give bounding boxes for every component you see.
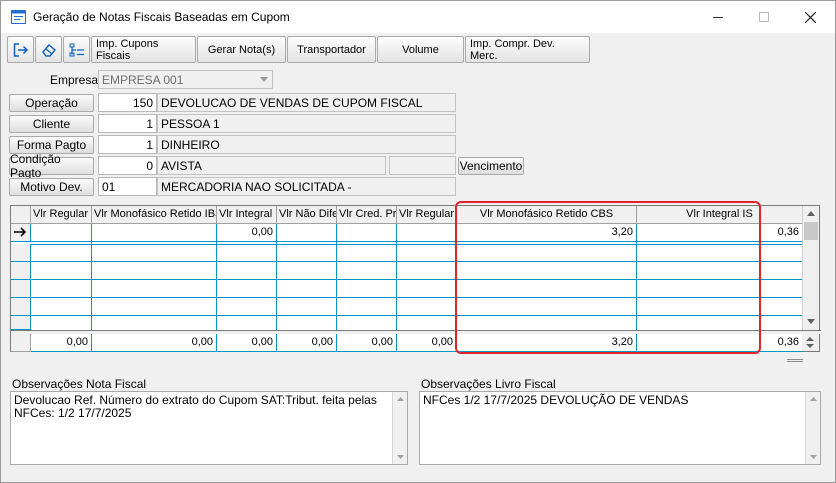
transportador-button[interactable]: Transportador [287, 36, 376, 63]
obs-livro-textarea[interactable]: NFCes 1/2 17/7/2025 DEVOLUÇÃO DE VENDAS [419, 391, 821, 465]
total-cell: 0,00 [277, 334, 337, 352]
scroll-up-icon[interactable] [397, 397, 404, 401]
col-header[interactable]: Vlr Regular [397, 206, 457, 224]
vencimento-field[interactable] [389, 156, 456, 175]
forma-pagto-code[interactable]: 1 [98, 135, 157, 154]
col-header[interactable]: Vlr Monofásico Retido IBS [92, 206, 217, 224]
grid-cell[interactable] [277, 224, 337, 242]
maximize-button[interactable] [741, 1, 787, 33]
scroll-up-icon[interactable] [810, 397, 817, 401]
col-header[interactable]: Vlr Não Dife [277, 206, 337, 224]
scroll-thumb[interactable] [804, 222, 818, 240]
cliente-desc: PESSOA 1 [157, 114, 456, 133]
cliente-button[interactable]: Cliente [9, 115, 94, 133]
total-cell: 0,00 [397, 334, 457, 352]
scroll-up-icon[interactable] [807, 211, 815, 216]
grid-cell[interactable]: 0,00 [217, 224, 277, 242]
window-title: Geração de Notas Fiscais Baseadas em Cup… [33, 10, 290, 24]
row-indicator[interactable] [11, 262, 31, 280]
cliente-code[interactable]: 1 [98, 114, 157, 133]
col-header[interactable]: Vlr Cred. Pr [337, 206, 397, 224]
condicao-pagto-desc: AVISTA [157, 156, 386, 175]
gerar-notas-button[interactable]: Gerar Nota(s) [197, 36, 286, 63]
obs-nota-text: Devolucao Ref. Número do extrato do Cupo… [14, 393, 377, 420]
arrow-right-icon [14, 227, 27, 237]
clear-button[interactable] [35, 36, 62, 63]
minimize-icon [713, 17, 723, 18]
config-button[interactable] [63, 36, 90, 63]
scroll-down-icon[interactable] [807, 319, 815, 324]
close-button[interactable] [787, 1, 833, 33]
obs-nota-label: Observações Nota Fiscal [12, 377, 147, 391]
col-header[interactable]: Vlr Regular [31, 206, 92, 224]
total-cell: 0,00 [92, 334, 217, 352]
col-header[interactable]: Vlr Integral I [217, 206, 277, 224]
empresa-label: Empresa [50, 73, 99, 87]
operacao-button[interactable]: Operação [9, 94, 94, 112]
grid-cell[interactable] [397, 224, 457, 242]
spin-icon [806, 337, 814, 348]
scroll-down-icon[interactable] [810, 455, 817, 459]
splitter-grip-icon[interactable] [787, 359, 803, 362]
row-indicator[interactable] [11, 224, 31, 242]
imp-cupons-button[interactable]: Imp. Cupons Fiscais [91, 36, 196, 63]
close-icon [804, 11, 816, 23]
empresa-value: EMPRESA 001 [102, 73, 184, 87]
grid-cell[interactable] [31, 224, 92, 242]
imp-compr-dev-button[interactable]: Imp. Compr. Dev. Merc. [465, 36, 590, 63]
row-indicator[interactable] [11, 316, 31, 330]
maximize-icon [759, 12, 769, 22]
chevron-down-icon [260, 77, 268, 82]
obs-livro-scrollbar[interactable] [805, 392, 820, 464]
grid-cell[interactable] [92, 224, 217, 242]
obs-nota-scrollbar[interactable] [392, 392, 407, 464]
total-cell: 0,00 [337, 334, 397, 352]
totals-scroll[interactable] [802, 334, 819, 351]
grid-cell[interactable] [337, 224, 397, 242]
vencimento-button[interactable]: Vencimento [458, 157, 524, 175]
main-window: Geração de Notas Fiscais Baseadas em Cup… [0, 0, 836, 483]
title-bar: Geração de Notas Fiscais Baseadas em Cup… [1, 1, 835, 33]
obs-nota-textarea[interactable]: Devolucao Ref. Número do extrato do Cupo… [10, 391, 408, 465]
condicao-pagto-code[interactable]: 0 [98, 156, 157, 175]
obs-livro-label: Observações Livro Fiscal [421, 377, 556, 391]
list-config-icon [69, 43, 84, 56]
operacao-code[interactable]: 150 [98, 93, 157, 112]
motivo-dev-button[interactable]: Motivo Dev. [9, 178, 94, 196]
operacao-desc: DEVOLUCAO DE VENDAS DE CUPOM FISCAL [157, 93, 456, 112]
motivo-dev-code[interactable]: 01 [98, 177, 157, 196]
volume-button[interactable]: Volume [377, 36, 464, 63]
row-indicator[interactable] [11, 244, 31, 262]
condicao-pagto-button[interactable]: Condição Pagto [9, 152, 94, 180]
row-indicator[interactable] [11, 298, 31, 316]
highlight-box [455, 201, 761, 354]
exit-icon [13, 42, 28, 57]
forma-pagto-desc: DINHEIRO [157, 135, 456, 154]
total-cell: 0,00 [31, 334, 92, 352]
row-indicator[interactable] [11, 280, 31, 298]
obs-livro-text: NFCes 1/2 17/7/2025 DEVOLUÇÃO DE VENDAS [423, 393, 689, 407]
exit-button[interactable] [7, 36, 34, 63]
total-cell: 0,00 [217, 334, 277, 352]
empresa-select[interactable]: EMPRESA 001 [98, 70, 273, 89]
toolbar: Imp. Cupons Fiscais Gerar Nota(s) Transp… [7, 36, 591, 63]
totals-indicator [11, 334, 31, 352]
scroll-down-icon[interactable] [397, 455, 404, 459]
app-icon [11, 10, 26, 24]
grid-vertical-scrollbar[interactable] [802, 206, 819, 330]
motivo-dev-desc: MERCADORIA NAO SOLICITADA - [157, 177, 456, 196]
grid-corner [11, 206, 31, 224]
eraser-icon [41, 43, 56, 57]
minimize-button[interactable] [695, 1, 741, 33]
